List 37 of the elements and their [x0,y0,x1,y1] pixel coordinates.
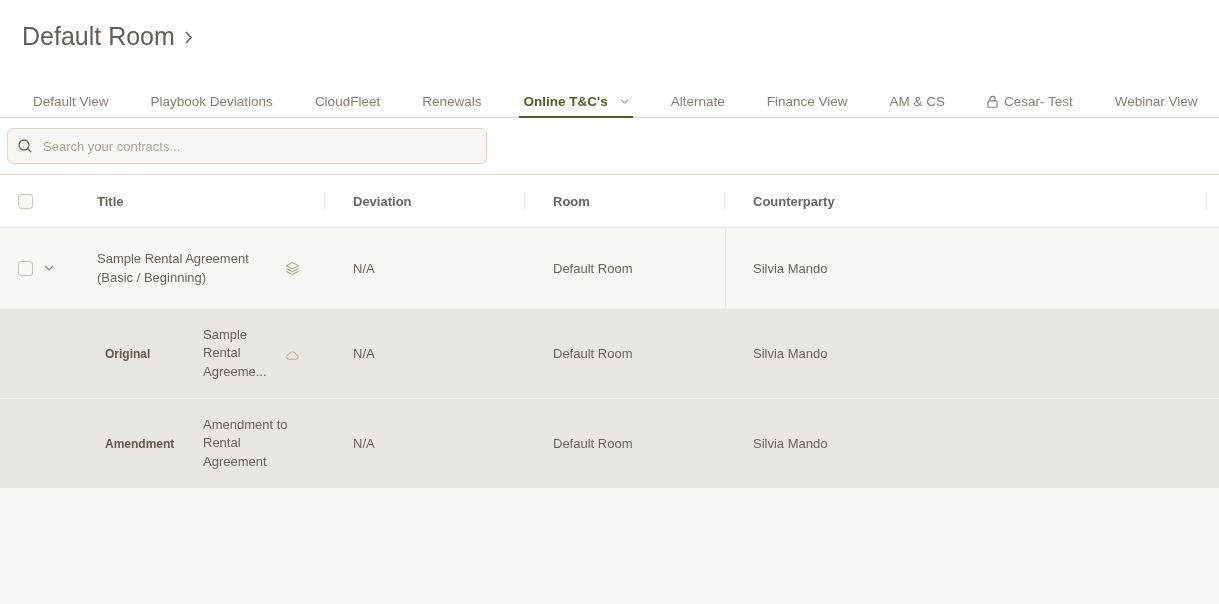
tab[interactable]: CloudFleet [310,86,385,118]
contract-title[interactable]: Sample Rental Agreement (Basic / Beginning) [97,249,272,287]
column-header: Counterparty [752,193,835,209]
table-cell: N/A [353,346,375,361]
column-header: Room [552,193,590,209]
chevron-right-icon[interactable] [184,30,192,44]
relation-label: Original [105,346,152,361]
search-icon [18,139,32,153]
relation-label: Amendment [105,436,176,451]
table-cell: Default Room [553,436,633,451]
tab[interactable]: Cesar- Test [983,86,1077,118]
chevron-down-icon[interactable] [619,98,629,104]
table-cell: N/A [353,260,375,276]
table-cell: Silvia Mando [753,346,828,361]
select-all-checkbox[interactable] [18,193,33,209]
table-cell: Silvia Mando [753,260,828,276]
tab[interactable]: Online T&C's [519,86,633,118]
tab[interactable]: Webinar View [1110,86,1202,118]
tab[interactable]: Playbook Deviations [146,86,277,118]
tab[interactable]: Finance View [762,86,852,118]
page-title: Default Room [22,21,175,52]
table-cell: Default Room [553,346,633,361]
tab[interactable]: AM & CS [885,86,950,118]
table-cell: Default Room [553,260,633,276]
search-field[interactable]: Search your contracts... [7,128,487,164]
tab[interactable]: Renewals [418,86,486,118]
column-header: Title [96,193,124,209]
table-cell: N/A [353,436,375,451]
chevron-down-icon[interactable] [44,265,54,271]
contract-title[interactable]: Sample Rental Agreeme... [203,325,285,382]
column-header: Deviation [352,193,412,209]
row-checkbox[interactable] [18,260,33,276]
contract-title[interactable]: Amendment to Rental Agreement [203,415,288,472]
table-cell: Silvia Mando [753,436,828,451]
layers-icon [285,260,300,276]
tab[interactable]: Alternate [666,86,729,118]
tab[interactable]: Default View [29,86,113,118]
